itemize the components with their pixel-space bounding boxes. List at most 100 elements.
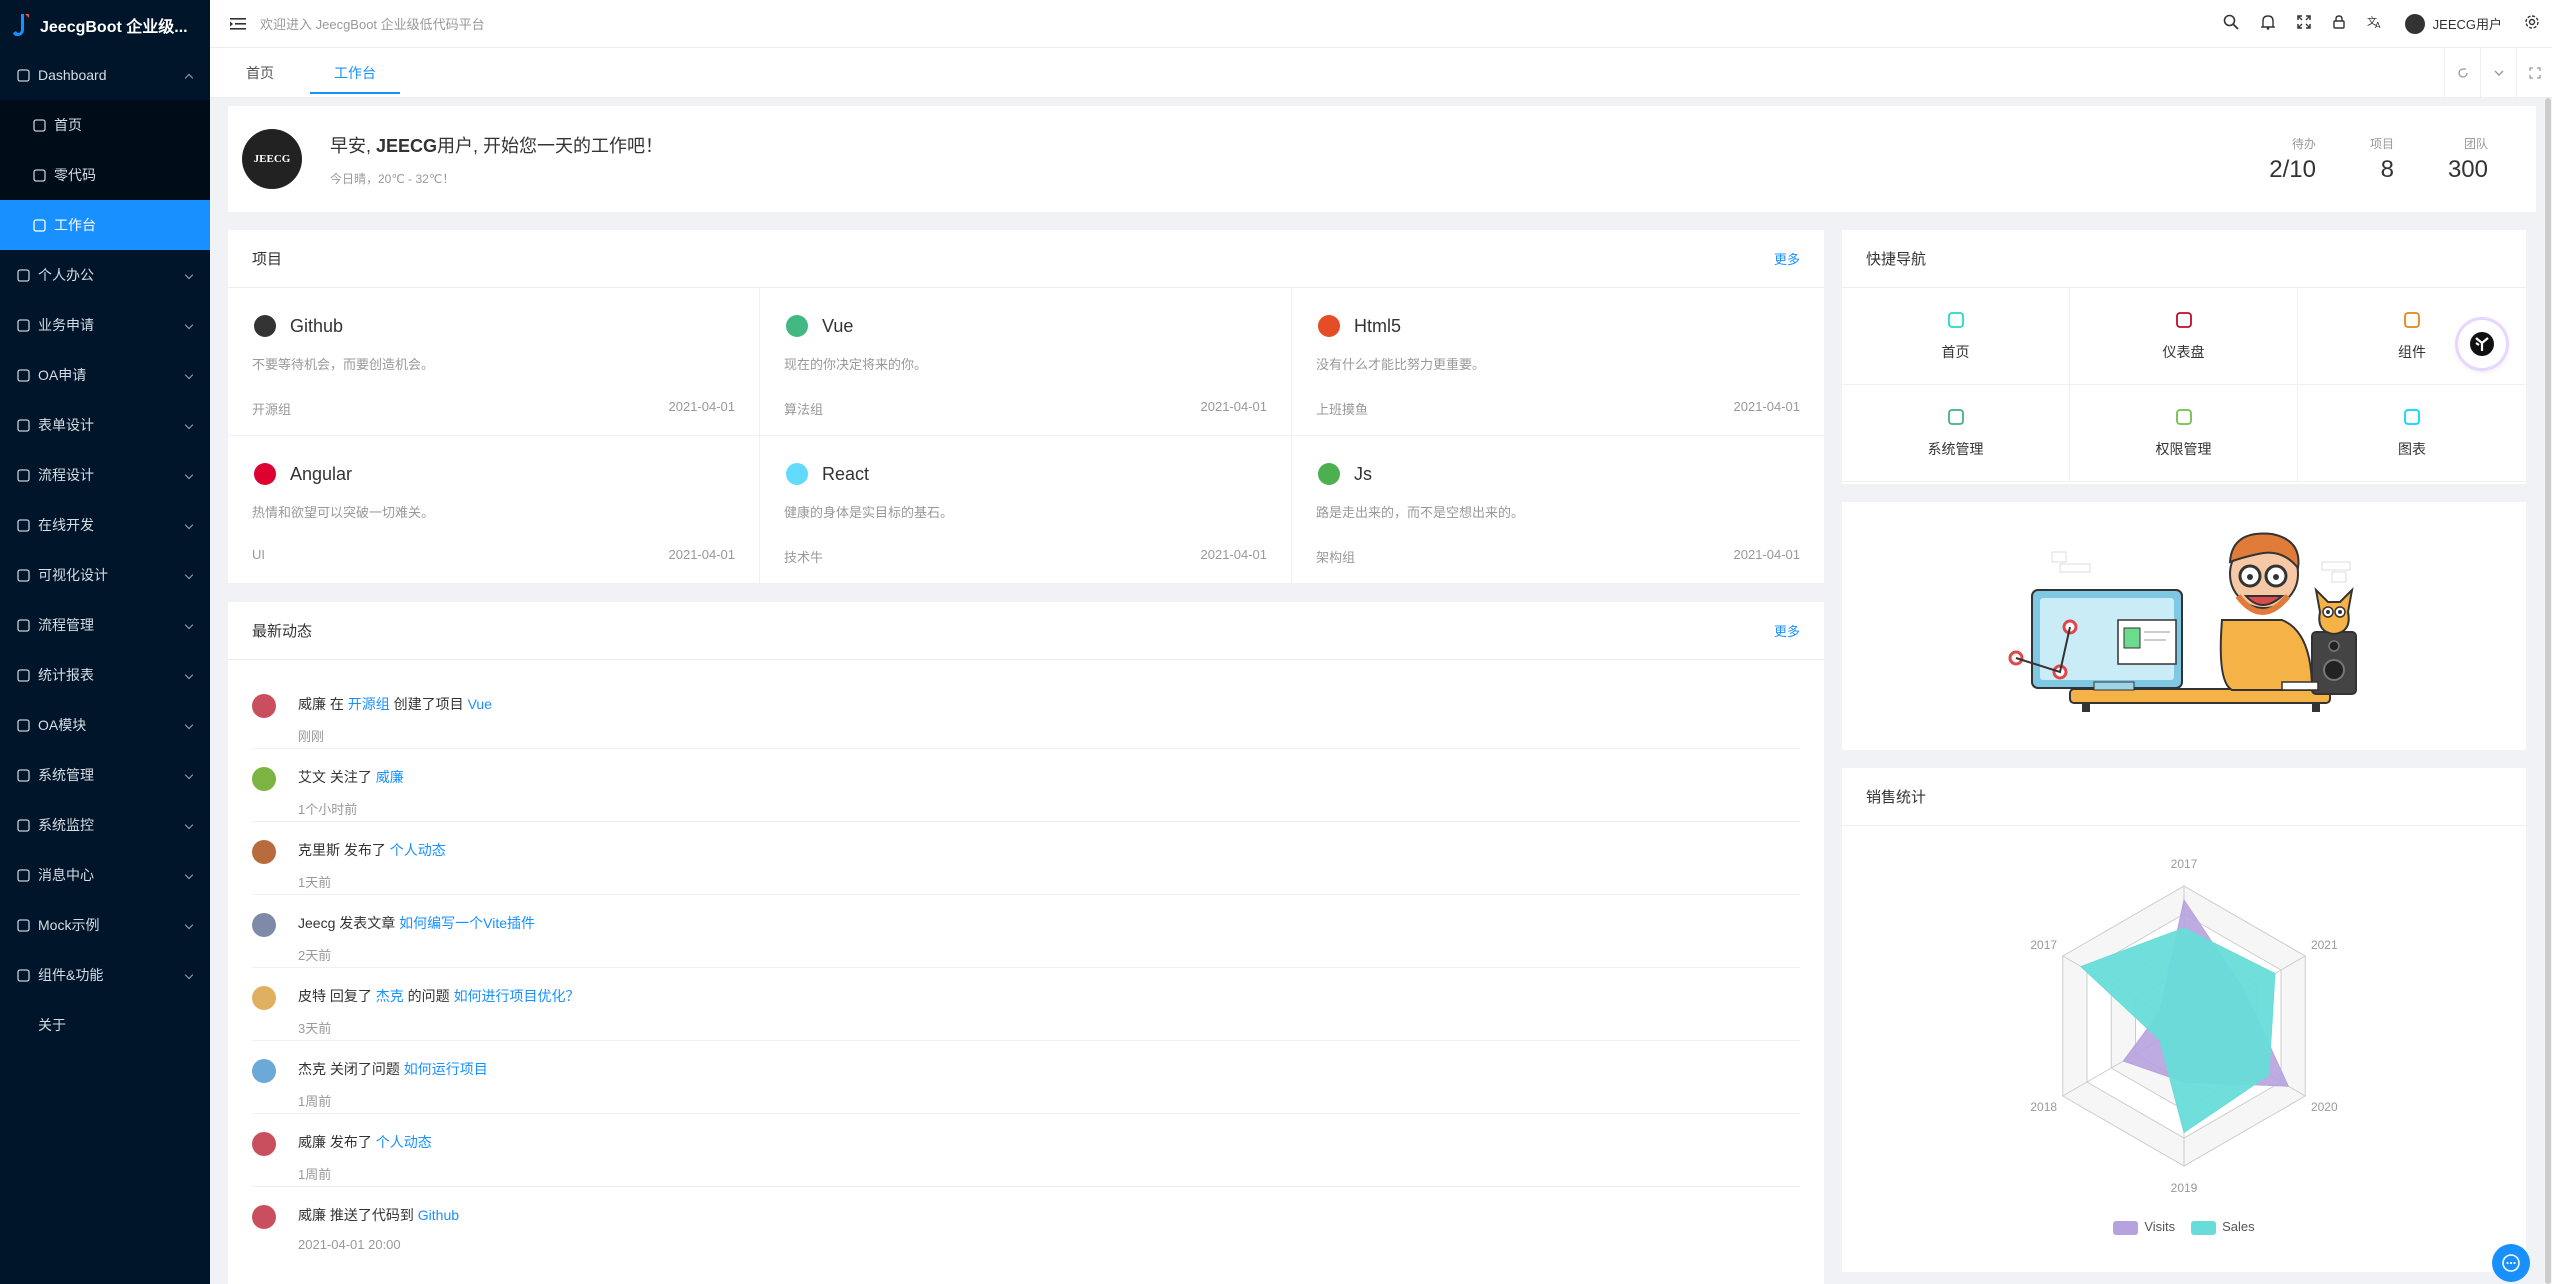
- message-icon: [16, 868, 30, 882]
- sidebar-item-17[interactable]: Mock示例: [0, 900, 210, 950]
- bell-icon[interactable]: [2259, 14, 2276, 33]
- activity-time: 2天前: [298, 948, 332, 963]
- sidebar-item-label: 业务申请: [38, 317, 94, 333]
- floating-logo-icon[interactable]: [2458, 320, 2506, 368]
- stat-value: 2/10: [2269, 155, 2316, 183]
- lock-icon[interactable]: [2332, 15, 2345, 32]
- activity-link[interactable]: 如何进行项目优化？: [454, 988, 580, 1004]
- sidebar-item-12[interactable]: 统计报表: [0, 650, 210, 700]
- projects-more-link[interactable]: 更多: [1774, 249, 1800, 268]
- activity-text: Jeecg 发表文章: [298, 915, 400, 931]
- project-item[interactable]: React 健康的身体是实目标的基石。 技术牛 2021-04-01: [760, 436, 1292, 584]
- project-date: 2021-04-01: [1733, 399, 1801, 414]
- user-avatar: [2404, 13, 2425, 34]
- chat-button[interactable]: [2492, 1244, 2530, 1282]
- screen-icon: [16, 568, 30, 582]
- sidebar-item-15[interactable]: 系统监控: [0, 800, 210, 850]
- svg-text:A: A: [2375, 21, 2381, 29]
- activity-link[interactable]: 个人动态: [390, 842, 446, 858]
- scrollbar-thumb[interactable]: [2545, 98, 2551, 1284]
- sidebar-item-4[interactable]: 个人办公: [0, 250, 210, 300]
- topbar: 欢迎进入 JeecgBoot 企业级低代码平台 文A JEECG用户: [210, 0, 2552, 48]
- tab-workbench[interactable]: 工作台: [310, 48, 400, 98]
- project-item[interactable]: Angular 热情和欲望可以突破一切难关。 UI 2021-04-01: [228, 436, 760, 584]
- activity-text: 杰克 关闭了问题: [298, 1061, 404, 1077]
- sidebar-item-3[interactable]: 工作台: [0, 200, 210, 250]
- project-item[interactable]: Vue 现在的你决定将来的你。 算法组 2021-04-01: [760, 288, 1292, 436]
- sidebar-item-18[interactable]: 组件&功能: [0, 950, 210, 1000]
- radar-chart: 2017 2021 2020 2019 2018 2017: [2030, 857, 2338, 1195]
- sidebar-item-16[interactable]: 消息中心: [0, 850, 210, 900]
- scrollbar[interactable]: [2544, 98, 2552, 1284]
- activity-link[interactable]: 开源组: [348, 696, 390, 712]
- activity-text: 威廉 在: [298, 696, 348, 712]
- quicknav-item[interactable]: 权限管理: [2070, 385, 2298, 482]
- sidebar-item-label: 流程管理: [38, 617, 94, 633]
- sidebar-item-14[interactable]: 系统管理: [0, 750, 210, 800]
- activity-link[interactable]: 如何编写一个Vite插件: [399, 915, 535, 931]
- activity-time: 1天前: [298, 875, 332, 890]
- process-icon: [16, 618, 30, 632]
- sidebar-item-9[interactable]: 在线开发: [0, 500, 210, 550]
- chevron-down-icon[interactable]: [2480, 48, 2516, 97]
- legend-item[interactable]: Visits: [2113, 1219, 2175, 1235]
- sidebar-item-11[interactable]: 流程管理: [0, 600, 210, 650]
- project-name: Vue: [822, 315, 854, 336]
- sidebar-item-5[interactable]: 业务申请: [0, 300, 210, 350]
- translate-icon[interactable]: 文A: [2367, 15, 2383, 32]
- sidebar-item-label: 消息中心: [38, 867, 94, 883]
- github-icon: [252, 313, 278, 339]
- tab-fullscreen-icon[interactable]: [2516, 48, 2552, 97]
- menu-fold-icon[interactable]: [230, 17, 246, 31]
- radar-indicator-label: 2017: [2171, 857, 2198, 871]
- logo[interactable]: JeecgBoot 企业级...: [0, 0, 210, 50]
- activity-link[interactable]: 如何运行项目: [404, 1061, 488, 1077]
- quicknav-item[interactable]: 图表: [2298, 385, 2526, 482]
- project-group: 算法组: [784, 402, 824, 417]
- sidebar-item-13[interactable]: OA模块: [0, 700, 210, 750]
- activity-text: 创建了项目: [389, 696, 468, 712]
- sidebar-item-2[interactable]: 零代码: [0, 150, 210, 200]
- tab-home[interactable]: 首页: [222, 48, 298, 98]
- quicknav-item[interactable]: 系统管理: [1842, 385, 2070, 482]
- fullscreen-icon[interactable]: [2296, 15, 2311, 32]
- project-item[interactable]: Html5 没有什么才能比努力更重要。 上班摸鱼 2021-04-01: [1292, 288, 1824, 436]
- refresh-icon[interactable]: [2444, 48, 2480, 97]
- legend-item[interactable]: Sales: [2191, 1219, 2255, 1235]
- legend-label: Sales: [2222, 1219, 2255, 1234]
- sidebar-item-label: Mock示例: [38, 917, 100, 933]
- sidebar-item-19[interactable]: 关于: [0, 1000, 210, 1050]
- sidebar-item-0[interactable]: Dashboard: [0, 50, 210, 100]
- chevron-down-icon: [184, 920, 194, 930]
- sidebar-item-7[interactable]: 表单设计: [0, 400, 210, 450]
- activity-item: 克里斯 发布了 个人动态 1天前: [252, 822, 1800, 895]
- activity-text: 皮特 回复了: [298, 988, 376, 1004]
- sidebar-item-1[interactable]: 首页: [0, 100, 210, 150]
- activity-item: 威廉 发布了 个人动态 1周前: [252, 1114, 1800, 1187]
- activity-link[interactable]: Vue: [468, 696, 492, 712]
- activity-link[interactable]: Github: [418, 1207, 459, 1223]
- user-dropdown[interactable]: JEECG用户: [2404, 13, 2502, 34]
- search-icon[interactable]: [2223, 14, 2239, 33]
- project-item[interactable]: Js 路是走出来的，而不是空想出来的。 架构组 2021-04-01: [1292, 436, 1824, 584]
- jeecg-logo-icon: [13, 14, 29, 36]
- sidebar-item-label: 系统管理: [38, 767, 94, 783]
- home-icon: [1947, 311, 1965, 332]
- settings-icon[interactable]: [2524, 14, 2540, 33]
- project-name: Js: [1354, 463, 1372, 484]
- activity-item: 皮特 回复了 杰克 的问题 如何进行项目优化？ 3天前: [252, 968, 1800, 1041]
- activity-more-link[interactable]: 更多: [1774, 621, 1800, 640]
- stat-team: 团队 300: [2448, 135, 2488, 184]
- sidebar-item-10[interactable]: 可视化设计: [0, 550, 210, 600]
- bank-icon: [32, 118, 46, 132]
- project-item[interactable]: Github 不要等待机会，而要创造机会。 开源组 2021-04-01: [228, 288, 760, 436]
- sidebar-item-8[interactable]: 流程设计: [0, 450, 210, 500]
- activity-text: 的问题: [403, 988, 454, 1004]
- quicknav-item[interactable]: 首页: [1842, 288, 2070, 385]
- activity-link[interactable]: 威廉: [376, 769, 404, 785]
- quicknav-item[interactable]: 仪表盘: [2070, 288, 2298, 385]
- avatar: [252, 1132, 276, 1156]
- activity-link[interactable]: 个人动态: [376, 1134, 432, 1150]
- activity-link[interactable]: 杰克: [376, 988, 404, 1004]
- sidebar-item-6[interactable]: OA申请: [0, 350, 210, 400]
